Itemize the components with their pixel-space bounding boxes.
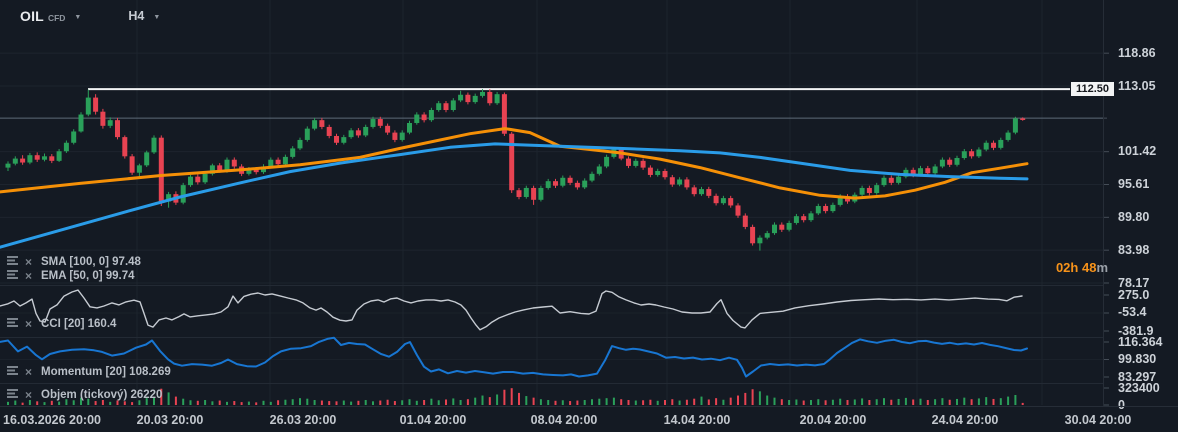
time-axis-label: 24.04 20:00 (932, 413, 999, 427)
time-axis-label: 20.03 20:00 (137, 413, 204, 427)
indicator-settings-icon[interactable] (7, 271, 20, 282)
close-icon[interactable]: × (22, 390, 35, 401)
time-axis-label: 16.03.2026 20:00 (3, 413, 101, 427)
symbol-type-label: CFD (48, 13, 65, 23)
symbol-selector[interactable]: OIL CFD ▼ (20, 8, 81, 24)
axis-label: 83.98 (1118, 243, 1149, 258)
time-axis-label: 30.04 20:00 (1065, 413, 1132, 427)
close-icon[interactable]: × (22, 367, 35, 378)
axis-label: 101.42 (1118, 144, 1156, 159)
indicator-label: Momentum [20] 108.269 (41, 366, 171, 378)
axis-label: 89.80 (1118, 210, 1149, 225)
indicator-row-ema: × EMA [50, 0] 99.74 (7, 270, 135, 282)
close-icon[interactable]: × (22, 319, 35, 330)
axis-label: 99.830 (1118, 352, 1156, 367)
chevron-down-icon: ▼ (74, 14, 81, 21)
indicator-label: SMA [100, 0] 97.48 (41, 256, 141, 268)
timeframe-label: H4 (128, 9, 144, 23)
time-axis-label: 20.04 20:00 (800, 413, 867, 427)
indicator-settings-icon[interactable] (7, 319, 20, 330)
time-axis-label: 01.04 20:00 (400, 413, 467, 427)
time-axis-label: 26.03 20:00 (270, 413, 337, 427)
indicator-row-sma: × SMA [100, 0] 97.48 (7, 256, 141, 268)
chevron-down-icon: ▼ (153, 14, 160, 21)
price-alert-line-label[interactable]: 112.50 (1071, 82, 1114, 96)
indicator-label: EMA [50, 0] 99.74 (41, 270, 135, 282)
axis-label: 275.0 (1118, 288, 1149, 303)
time-axis-label: 08.04 20:00 (531, 413, 598, 427)
indicator-row-volume: × Objem (tickový) 26220 (7, 389, 162, 401)
time-axis-label: 14.04 20:00 (664, 413, 731, 427)
indicator-row-momentum: × Momentum [20] 108.269 (7, 366, 171, 378)
chart-toolbar: OIL CFD ▼ H4 ▼ (20, 8, 160, 24)
close-icon[interactable]: × (22, 271, 35, 282)
indicator-row-cci: × CCI [20] 160.4 (7, 318, 116, 330)
axis-label: -53.4 (1118, 305, 1147, 320)
axis-label: 116.364 (1118, 335, 1163, 350)
axis-label: 95.61 (1118, 177, 1149, 192)
indicator-settings-icon[interactable] (7, 257, 20, 268)
timeframe-selector[interactable]: H4 ▼ (81, 9, 160, 23)
axis-label: 323400 (1118, 381, 1160, 396)
chart-canvas[interactable] (0, 0, 1178, 432)
indicator-settings-icon[interactable] (7, 390, 20, 401)
indicator-label: CCI [20] 160.4 (41, 318, 116, 330)
time-axis[interactable]: 16.03.2026 20:00 20.03 20:00 26.03 20:00 01… (0, 406, 1178, 432)
close-icon[interactable]: × (22, 257, 35, 268)
indicator-label: Objem (tickový) 26220 (41, 389, 162, 401)
trading-chart-window: OIL CFD ▼ H4 ▼ × SMA [100, 0] 97.48 × EM… (0, 0, 1178, 432)
symbol-name: OIL (20, 8, 44, 24)
axis-label: 118.86 (1118, 46, 1156, 61)
indicator-settings-icon[interactable] (7, 367, 20, 378)
price-axis[interactable]: 107.36 118.86113.05101.4295.6189.8083.98… (1103, 0, 1178, 406)
axis-label: 113.05 (1118, 79, 1156, 94)
bar-countdown-timer: 02h 48m (1010, 260, 1108, 275)
